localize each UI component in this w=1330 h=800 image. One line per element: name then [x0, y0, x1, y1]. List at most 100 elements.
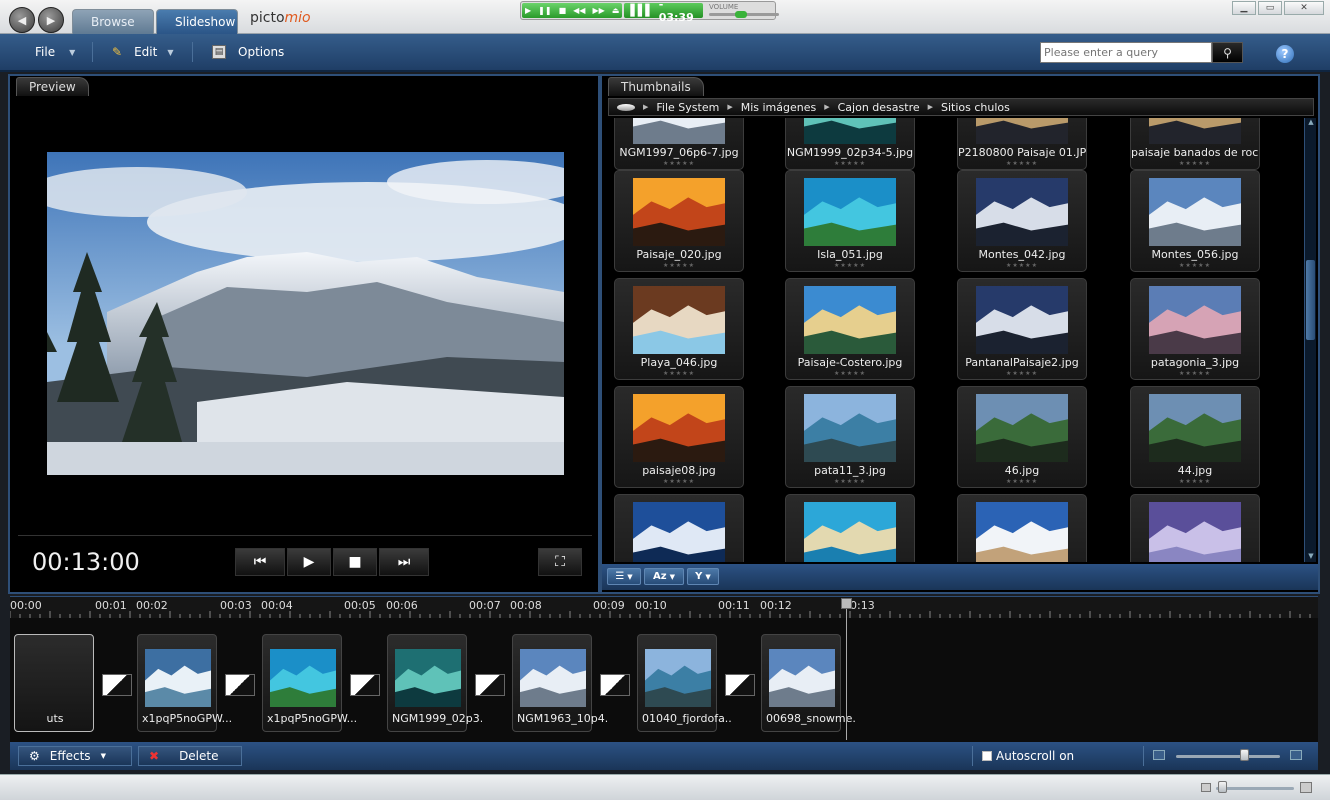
- play-icon[interactable]: ▶: [525, 6, 531, 15]
- timeline-ruler[interactable]: 00:00 00:01 00:02 00:03 00:04 00:05 00:06 00:07…: [10, 596, 1318, 618]
- thumbnails-tab[interactable]: Thumbnails: [608, 77, 704, 96]
- options-button[interactable]: ▤ Options: [212, 45, 284, 59]
- breadcrumb-item[interactable]: Mis imágenes: [741, 101, 817, 114]
- close-button[interactable]: ✕: [1284, 1, 1324, 15]
- transition-button[interactable]: [600, 674, 630, 696]
- zoom-slider[interactable]: [1218, 781, 1227, 793]
- rating-stars[interactable]: ★★★★★: [1131, 478, 1259, 485]
- thumbnail-item[interactable]: Montes_042.jpg ★★★★★: [957, 170, 1087, 272]
- ruler-tick-label: 00:00: [10, 599, 42, 612]
- breadcrumb-item[interactable]: File System: [656, 101, 719, 114]
- timeline-clip[interactable]: x1pqP5noGPW...: [262, 634, 357, 732]
- thumbnail-item[interactable]: Isla_051.jpg ★★★★★: [785, 170, 915, 272]
- thumbnail-item[interactable]: Paisaje_020.jpg ★★★★★: [614, 170, 744, 272]
- search-button[interactable]: ⚲: [1212, 42, 1243, 63]
- sort-button[interactable]: Az ▼: [644, 568, 684, 585]
- edit-menu[interactable]: ✎ Edit ▼: [112, 45, 173, 59]
- timeline-clip[interactable]: NGM1963_10p4...: [512, 634, 607, 732]
- thumbnail-item[interactable]: 44.jpg ★★★★★: [1130, 386, 1260, 488]
- thumbnail-item[interactable]: Playa_046.jpg ★★★★★: [614, 278, 744, 380]
- timeline-zoom-slider[interactable]: [1240, 749, 1249, 761]
- transition-button[interactable]: [350, 674, 380, 696]
- thumbnail-item[interactable]: ★★★★★: [614, 494, 744, 562]
- thumbnail-item[interactable]: NGM1997_06p6-7.jpg ★★★★★: [614, 118, 744, 170]
- breadcrumb-item[interactable]: Cajon desastre: [838, 101, 920, 114]
- transition-button[interactable]: [475, 674, 505, 696]
- timeline-clip[interactable]: 01040_fjordofa...: [637, 634, 732, 732]
- thumbnail-item[interactable]: PantanalPaisaje2.jpg ★★★★★: [957, 278, 1087, 380]
- fast-forward-icon[interactable]: ▶▶: [592, 6, 604, 15]
- thumbnail-item[interactable]: ★★★★★: [785, 494, 915, 562]
- thumbnails-scrollbar[interactable]: ▲ ▼: [1304, 118, 1316, 562]
- thumbnail-item[interactable]: paisaje banados de rocha... ★★★★★: [1130, 118, 1260, 170]
- effects-button[interactable]: ⚙ Effects ▼: [18, 746, 132, 766]
- eject-icon[interactable]: ⏏: [612, 6, 620, 15]
- rating-stars[interactable]: ★★★★★: [958, 160, 1086, 167]
- scroll-down-icon[interactable]: ▼: [1305, 552, 1317, 562]
- rating-stars[interactable]: ★★★★★: [615, 160, 743, 167]
- rewind-icon[interactable]: ◀◀: [573, 6, 585, 15]
- rating-stars[interactable]: ★★★★★: [1131, 160, 1259, 167]
- autoscroll-checkbox[interactable]: [982, 751, 992, 761]
- thumbnail-item[interactable]: pata11_3.jpg ★★★★★: [785, 386, 915, 488]
- rating-stars[interactable]: ★★★★★: [786, 160, 914, 167]
- thumbnail-item[interactable]: paisaje08.jpg ★★★★★: [614, 386, 744, 488]
- transition-button[interactable]: [102, 674, 132, 696]
- transition-button[interactable]: [225, 674, 255, 696]
- next-button[interactable]: ⏭: [379, 548, 429, 576]
- thumbnail-item[interactable]: Paisaje-Costero.jpg ★★★★★: [785, 278, 915, 380]
- delete-button[interactable]: ✖ Delete: [138, 746, 242, 766]
- minimize-button[interactable]: ▁: [1232, 1, 1256, 15]
- forward-button[interactable]: ▶: [38, 7, 64, 33]
- thumbnail-item[interactable]: ★★★★★: [1130, 494, 1260, 562]
- rating-stars[interactable]: ★★★★★: [786, 262, 914, 269]
- rating-stars[interactable]: ★★★★★: [1131, 370, 1259, 377]
- playhead-handle[interactable]: [841, 598, 852, 609]
- thumbnail-item[interactable]: NGM1999_02p34-5.jpg ★★★★★: [785, 118, 915, 170]
- fullscreen-button[interactable]: ⛶: [538, 548, 582, 576]
- play-button[interactable]: ▶: [287, 548, 331, 576]
- view-mode-button[interactable]: ☰ ▼: [607, 568, 641, 585]
- help-button[interactable]: ?: [1276, 45, 1294, 63]
- stop-button[interactable]: ■: [333, 548, 377, 576]
- volume-knob[interactable]: [735, 11, 747, 18]
- back-button[interactable]: ◀: [9, 7, 35, 33]
- maximize-button[interactable]: ▭: [1258, 1, 1282, 15]
- thumbnail-item[interactable]: patagonia_3.jpg ★★★★★: [1130, 278, 1260, 380]
- rating-stars[interactable]: ★★★★★: [958, 262, 1086, 269]
- volume-slider[interactable]: VOLUME: [709, 3, 779, 18]
- stop-icon[interactable]: ■: [559, 6, 567, 15]
- thumbnail-item[interactable]: Montes_056.jpg ★★★★★: [1130, 170, 1260, 272]
- drive-icon[interactable]: [617, 103, 635, 111]
- thumbnail-item[interactable]: 46.jpg ★★★★★: [957, 386, 1087, 488]
- search-input[interactable]: [1040, 42, 1212, 63]
- thumbnail-filename: Montes_056.jpg: [1151, 248, 1239, 261]
- timeline-clip[interactable]: x1pqP5noGPW...: [137, 634, 232, 732]
- breadcrumb-item[interactable]: Sitios chulos: [941, 101, 1010, 114]
- tab-browse[interactable]: Browse: [72, 9, 154, 34]
- rating-stars[interactable]: ★★★★★: [786, 370, 914, 377]
- file-menu[interactable]: File ▼: [35, 45, 75, 59]
- rating-stars[interactable]: ★★★★★: [786, 478, 914, 485]
- tab-slideshow[interactable]: Slideshow: [156, 9, 238, 34]
- timeline-clip-selected[interactable]: uts: [14, 634, 94, 732]
- thumbnail-item[interactable]: P2180800 Paisaje 01.JPG ★★★★★: [957, 118, 1087, 170]
- rating-stars[interactable]: ★★★★★: [1131, 262, 1259, 269]
- scroll-up-icon[interactable]: ▲: [1305, 118, 1317, 128]
- filter-button[interactable]: Y ▼: [687, 568, 719, 585]
- thumbnail-item[interactable]: ★★★★★: [957, 494, 1087, 562]
- title-bar: ◀ ▶ Browse Slideshow pictomio ▶ ❚❚ ■ ◀◀ …: [0, 0, 1330, 34]
- rating-stars[interactable]: ★★★★★: [615, 478, 743, 485]
- preview-tab[interactable]: Preview: [16, 77, 89, 96]
- scrollbar-thumb[interactable]: [1306, 260, 1315, 340]
- transition-button[interactable]: [725, 674, 755, 696]
- rating-stars[interactable]: ★★★★★: [958, 370, 1086, 377]
- timeline-clip[interactable]: 00698_snowme...: [761, 634, 856, 732]
- autoscroll-toggle[interactable]: Autoscroll on: [982, 749, 1074, 763]
- pause-icon[interactable]: ❚❚: [538, 6, 551, 15]
- rating-stars[interactable]: ★★★★★: [958, 478, 1086, 485]
- timeline-clip[interactable]: NGM1999_02p3...: [387, 634, 482, 732]
- rating-stars[interactable]: ★★★★★: [615, 370, 743, 377]
- previous-button[interactable]: ⏮: [235, 548, 285, 576]
- rating-stars[interactable]: ★★★★★: [615, 262, 743, 269]
